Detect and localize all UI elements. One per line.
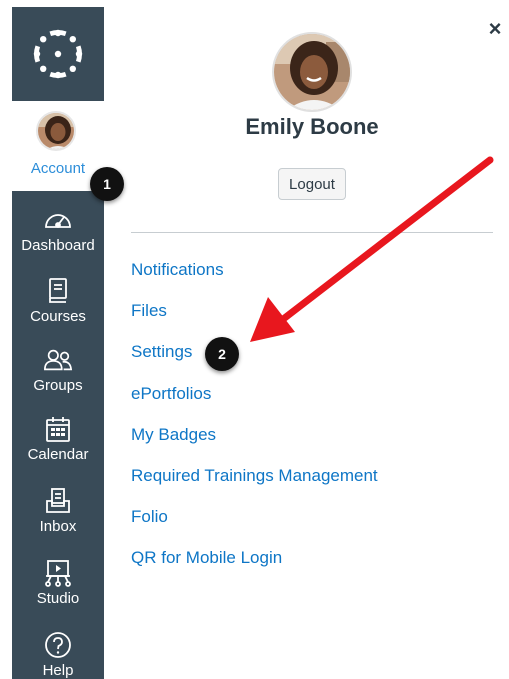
nav-item-studio[interactable]: Studio: [12, 556, 104, 628]
step-callout-1: 1: [90, 167, 124, 201]
nav-item-label: Dashboard: [21, 237, 95, 254]
link-required-trainings-management[interactable]: Required Trainings Management: [131, 466, 378, 486]
nav-item-help[interactable]: Help: [12, 628, 104, 679]
account-label: Account: [30, 160, 86, 177]
link-eportfolios[interactable]: ePortfolios: [131, 384, 211, 404]
link-files[interactable]: Files: [131, 301, 167, 321]
nav-item-label: Studio: [36, 590, 80, 607]
nav-menu: Dashboard Courses Groups Calendar Inbox …: [12, 191, 104, 679]
account-tray-screen: Account Dashboard Courses Groups Calenda…: [0, 0, 509, 679]
tray-divider: [131, 232, 493, 233]
logout-button[interactable]: Logout: [278, 168, 346, 200]
link-settings[interactable]: Settings: [131, 342, 192, 362]
nav-item-groups[interactable]: Groups: [12, 343, 104, 415]
nav-item-label: Courses: [30, 308, 86, 325]
user-name: Emily Boone: [245, 114, 379, 139]
global-navigation: Account Dashboard Courses Groups Calenda…: [12, 7, 104, 679]
calendar-icon: [43, 414, 73, 444]
link-folio[interactable]: Folio: [131, 507, 168, 527]
link-my-badges[interactable]: My Badges: [131, 425, 216, 445]
link-notifications[interactable]: Notifications: [131, 260, 224, 280]
profile-avatar: [272, 32, 352, 112]
nav-item-label: Calendar: [27, 446, 89, 463]
account-avatar: [36, 111, 76, 151]
courses-icon: [43, 276, 73, 306]
close-icon: ×: [488, 16, 502, 41]
nav-item-label: Inbox: [39, 518, 77, 535]
step-callout-2: 2: [205, 337, 239, 371]
nav-item-label: Help: [42, 662, 74, 679]
dashboard-icon: [43, 205, 73, 235]
nav-item-courses[interactable]: Courses: [12, 274, 104, 346]
inbox-icon: [43, 486, 73, 516]
help-icon: [43, 630, 73, 660]
nav-item-calendar[interactable]: Calendar: [12, 412, 104, 484]
canvas-logo-button[interactable]: [12, 7, 104, 101]
nav-item-label: Groups: [33, 377, 83, 394]
nav-item-dashboard[interactable]: Dashboard: [12, 203, 104, 275]
groups-icon: [43, 345, 73, 375]
studio-icon: [43, 558, 73, 588]
link-qr-for-mobile-login[interactable]: QR for Mobile Login: [131, 548, 282, 568]
canvas-logo-icon: [33, 29, 83, 79]
close-tray-button[interactable]: ×: [484, 18, 506, 40]
nav-item-inbox[interactable]: Inbox: [12, 484, 104, 556]
